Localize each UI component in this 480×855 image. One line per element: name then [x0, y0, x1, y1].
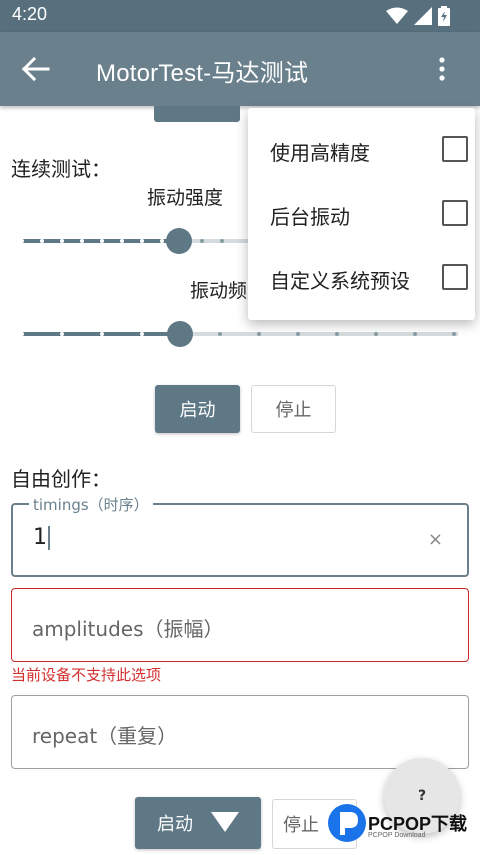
partially-hidden-button[interactable] — [154, 106, 240, 122]
status-time: 4:20 — [12, 4, 48, 24]
frequency-slider-thumb[interactable] — [167, 321, 193, 347]
continuous-test-label: 连续测试： — [11, 157, 111, 181]
text-cursor — [48, 526, 50, 550]
screen: 4:20 MotorTest-马达测试 连续测试： 振动强度 振动频 启动 停止… — [0, 0, 480, 855]
free-start-label: 启动 — [157, 814, 193, 835]
continuous-start-button[interactable]: 启动 — [155, 385, 240, 433]
background-vibration-checkbox[interactable] — [442, 200, 468, 226]
amplitudes-placeholder: amplitudes（振幅） — [32, 617, 224, 641]
watermark-subtext: PCPOP Download — [368, 832, 426, 839]
amplitudes-error-text: 当前设备不支持此选项 — [11, 666, 162, 684]
menu-item-high-precision[interactable]: 使用高精度 — [248, 119, 475, 183]
timings-value: 1 — [33, 525, 47, 550]
high-precision-checkbox[interactable] — [442, 136, 468, 162]
free-creation-label: 自由创作： — [11, 467, 111, 491]
strength-label: 振动强度 — [147, 187, 224, 209]
menu-item-background-vibration[interactable]: 后台振动 — [248, 183, 475, 247]
clear-icon[interactable]: × — [428, 529, 443, 550]
amplitudes-field[interactable]: amplitudes（振幅） — [11, 588, 469, 662]
more-vert-icon[interactable] — [432, 54, 452, 84]
menu-item-custom-preset[interactable]: 自定义系统预设 — [248, 247, 475, 311]
frequency-slider[interactable] — [22, 319, 458, 349]
overflow-menu: 使用高精度 后台振动 自定义系统预设 — [248, 108, 475, 320]
timings-field[interactable]: timings（时序） 1 × — [11, 494, 469, 577]
pcpop-logo-icon — [328, 804, 366, 842]
continuous-stop-button[interactable]: 停止 — [251, 385, 336, 433]
dropdown-triangle-icon[interactable] — [211, 812, 239, 832]
repeat-placeholder: repeat（重复） — [32, 724, 178, 748]
battery-icon — [438, 6, 450, 26]
custom-preset-checkbox[interactable] — [442, 264, 468, 290]
status-bar: 4:20 — [0, 0, 480, 32]
signal-icon — [414, 7, 432, 25]
repeat-field[interactable]: repeat（重复） — [11, 695, 469, 769]
frequency-label: 振动频 — [190, 280, 248, 302]
strength-slider-thumb[interactable] — [166, 228, 192, 254]
free-start-button[interactable]: 启动 — [135, 797, 261, 849]
status-icons — [386, 6, 450, 26]
timings-input[interactable]: 1 — [33, 525, 50, 550]
timings-label: timings（时序） — [29, 494, 153, 515]
app-bar: MotorTest-马达测试 — [0, 32, 480, 106]
watermark: PCPOP下载 PCPOP Download — [320, 800, 480, 850]
back-arrow-icon[interactable] — [20, 54, 54, 84]
menu-item-label: 使用高精度 — [270, 141, 370, 165]
menu-item-label: 后台振动 — [270, 205, 350, 229]
app-title: MotorTest-马达测试 — [96, 60, 309, 87]
wifi-icon — [386, 7, 408, 24]
menu-item-label: 自定义系统预设 — [270, 269, 410, 293]
